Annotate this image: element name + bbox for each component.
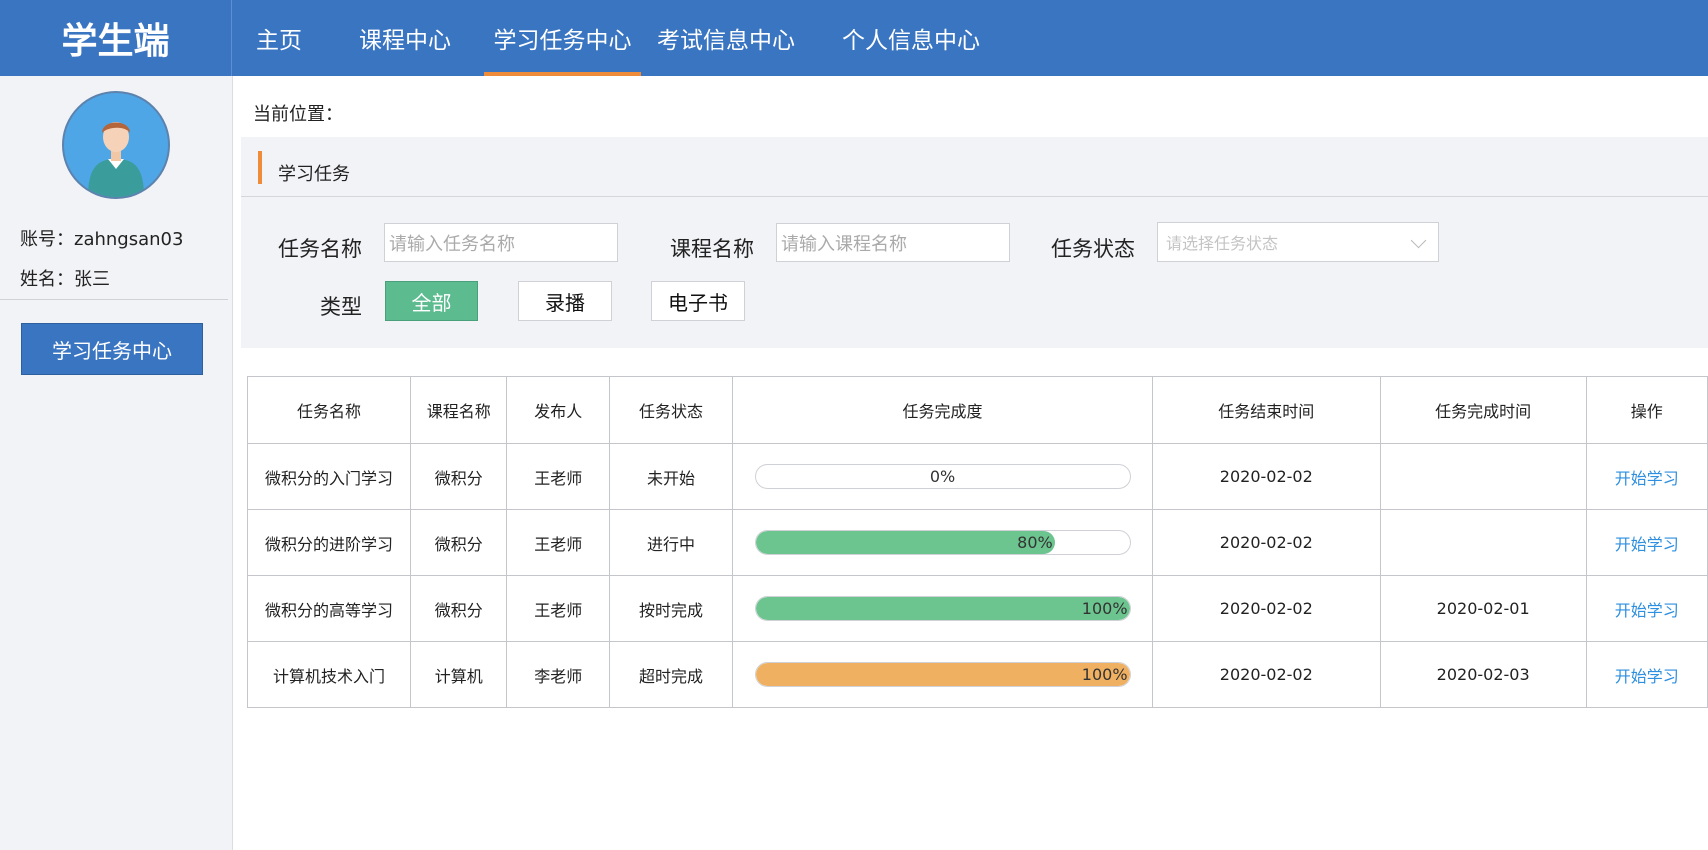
progress-bar: 0%: [754, 464, 1131, 489]
column-header-course-name: 课程名称: [410, 376, 508, 444]
action-cell: 开始学习: [1585, 575, 1708, 642]
publisher-cell: 王老师: [506, 443, 610, 510]
sidebar: 账号：zahngsan03 姓名：张三 学习任务中心: [0, 76, 233, 850]
column-header-progress: 任务完成度: [732, 376, 1153, 444]
chevron-down-icon: [1410, 232, 1427, 249]
status-cell: 未开始: [608, 443, 734, 510]
app-title: 学生端: [0, 0, 232, 76]
type-label: 类型: [320, 295, 362, 319]
section-title-accent: [258, 151, 262, 184]
type-all-button[interactable]: 全部: [385, 281, 478, 321]
column-header-status: 任务状态: [608, 376, 734, 444]
name-label: 姓名：: [20, 269, 74, 290]
end-time-cell: 2020-02-02: [1151, 509, 1381, 576]
user-avatar-icon: [88, 122, 144, 197]
status-cell: 进行中: [608, 509, 734, 576]
name-info: 姓名：张三: [20, 265, 110, 291]
type-recorded-button[interactable]: 录播: [518, 281, 612, 321]
course-name-cell: 微积分: [410, 443, 508, 510]
column-header-completion-time: 任务完成时间: [1379, 376, 1587, 444]
nav-item-personal-info-center[interactable]: 个人信息中心: [811, 0, 1011, 76]
panel-divider: [241, 196, 1708, 197]
action-cell: 开始学习: [1585, 443, 1708, 510]
progress-label: 100%: [1081, 665, 1128, 684]
nav-item-course-center[interactable]: 课程中心: [326, 0, 484, 76]
name-value: 张三: [74, 269, 110, 290]
end-time-cell: 2020-02-02: [1151, 641, 1381, 708]
start-learning-link[interactable]: 开始学习: [1615, 601, 1679, 620]
course-name-cell: 微积分: [410, 575, 508, 642]
course-name-label: 课程名称: [670, 237, 754, 261]
task-status-label: 任务状态: [1051, 237, 1135, 261]
start-learning-link[interactable]: 开始学习: [1615, 535, 1679, 554]
sidebar-item-learning-task-center[interactable]: 学习任务中心: [21, 323, 203, 375]
table-row: 计算机技术入门 计算机 李老师 超时完成 100% 2020-02-02 202…: [246, 641, 1708, 708]
progress-bar: 100%: [754, 596, 1131, 621]
task-status-placeholder: 请选择任务状态: [1166, 234, 1279, 253]
task-name-cell: 微积分的高等学习: [246, 575, 412, 642]
task-name-label: 任务名称: [278, 237, 362, 261]
account-info: 账号：zahngsan03: [20, 225, 183, 251]
task-name-cell: 计算机技术入门: [246, 641, 412, 708]
end-time-cell: 2020-02-02: [1151, 575, 1381, 642]
completion-time-cell: [1379, 443, 1587, 510]
task-name-cell: 微积分的入门学习: [246, 443, 412, 510]
course-name-cell: 微积分: [410, 509, 508, 576]
breadcrumb: 当前位置：: [253, 104, 343, 125]
task-name-cell: 微积分的进阶学习: [246, 509, 412, 576]
action-cell: 开始学习: [1585, 509, 1708, 576]
task-status-select[interactable]: 请选择任务状态: [1157, 222, 1439, 262]
account-label: 账号：: [20, 229, 74, 250]
completion-time-cell: 2020-02-03: [1379, 641, 1587, 708]
column-header-action: 操作: [1585, 376, 1708, 444]
end-time-cell: 2020-02-02: [1151, 443, 1381, 510]
column-header-task-name: 任务名称: [246, 376, 412, 444]
publisher-cell: 王老师: [506, 509, 610, 576]
column-header-end-time: 任务结束时间: [1151, 376, 1381, 444]
completion-time-cell: [1379, 509, 1587, 576]
nav-item-home[interactable]: 主页: [232, 0, 326, 76]
progress-bar: 100%: [754, 662, 1131, 687]
top-nav-bar: 学生端 主页 课程中心 学习任务中心 考试信息中心 个人信息中心: [0, 0, 1708, 76]
status-cell: 超时完成: [608, 641, 734, 708]
publisher-cell: 李老师: [506, 641, 610, 708]
progress-label: 100%: [1081, 599, 1128, 618]
nav-item-learning-task-center[interactable]: 学习任务中心: [484, 0, 641, 76]
avatar: [62, 91, 170, 199]
section-title: 学习任务: [278, 164, 350, 185]
progress-fill: [755, 663, 1130, 686]
completion-time-cell: 2020-02-01: [1379, 575, 1587, 642]
task-table: 任务名称 课程名称 发布人 任务状态 任务完成度 任务结束时间 任务完成时间 操…: [246, 376, 1708, 708]
nav-item-exam-info-center[interactable]: 考试信息中心: [641, 0, 811, 76]
progress-fill: [755, 531, 1055, 554]
column-header-publisher: 发布人: [506, 376, 610, 444]
publisher-cell: 王老师: [506, 575, 610, 642]
progress-cell: 80%: [732, 509, 1153, 576]
filter-panel: 学习任务 任务名称 请输入任务名称 课程名称 请输入课程名称 任务状态 请选择任…: [241, 137, 1708, 348]
type-ebook-button[interactable]: 电子书: [651, 281, 745, 321]
table-row: 微积分的入门学习 微积分 王老师 未开始 0% 2020-02-02 开始学习: [246, 443, 1708, 510]
table-row: 微积分的进阶学习 微积分 王老师 进行中 80% 2020-02-02 开始学习: [246, 509, 1708, 576]
progress-cell: 100%: [732, 641, 1153, 708]
account-value: zahngsan03: [74, 229, 184, 250]
main-nav: 主页 课程中心 学习任务中心 考试信息中心 个人信息中心: [232, 0, 1011, 76]
progress-cell: 0%: [732, 443, 1153, 510]
table-header-row: 任务名称 课程名称 发布人 任务状态 任务完成度 任务结束时间 任务完成时间 操…: [246, 376, 1708, 444]
course-name-cell: 计算机: [410, 641, 508, 708]
action-cell: 开始学习: [1585, 641, 1708, 708]
start-learning-link[interactable]: 开始学习: [1615, 469, 1679, 488]
progress-cell: 100%: [732, 575, 1153, 642]
progress-label: 80%: [1017, 533, 1053, 552]
status-cell: 按时完成: [608, 575, 734, 642]
table-row: 微积分的高等学习 微积分 王老师 按时完成 100% 2020-02-02 20…: [246, 575, 1708, 642]
progress-label: 0%: [929, 467, 956, 486]
sidebar-divider: [0, 299, 228, 300]
task-name-input[interactable]: 请输入任务名称: [384, 223, 618, 262]
course-name-input[interactable]: 请输入课程名称: [776, 223, 1010, 262]
start-learning-link[interactable]: 开始学习: [1615, 667, 1679, 686]
progress-bar: 80%: [754, 530, 1131, 555]
progress-fill: [755, 597, 1130, 620]
